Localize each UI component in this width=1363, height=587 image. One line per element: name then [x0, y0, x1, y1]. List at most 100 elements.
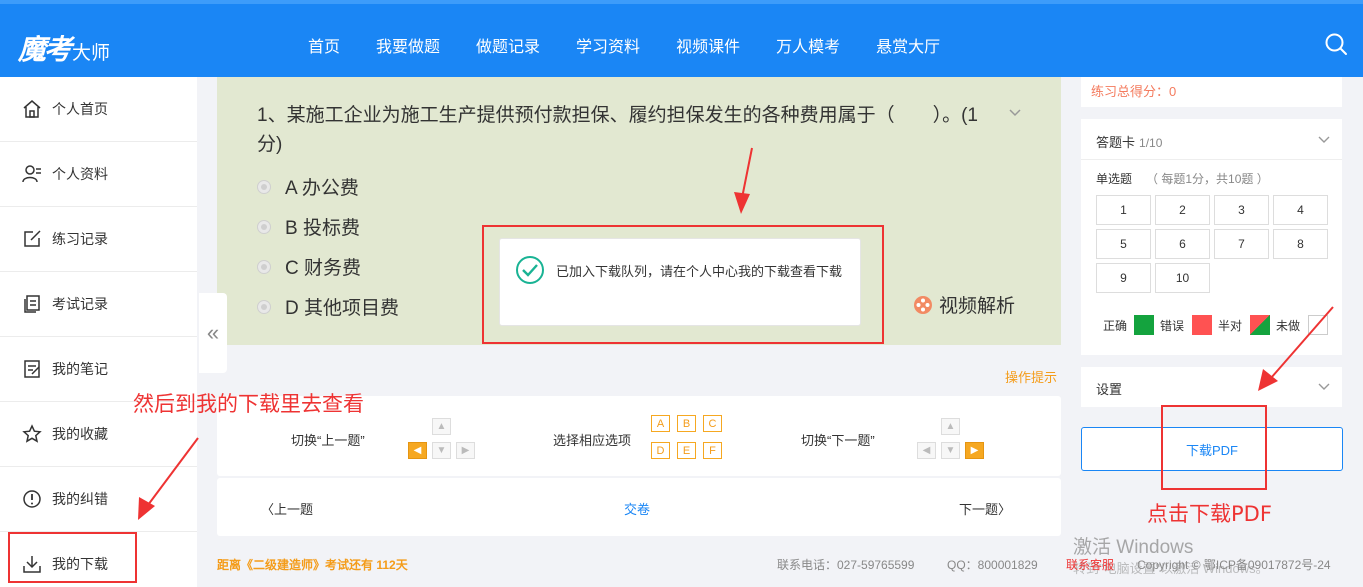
sidebar-item-label: 考试记录	[52, 296, 108, 312]
arrow-left-key: ◀	[917, 442, 936, 459]
question-number-cell[interactable]: 5	[1096, 229, 1151, 259]
question-number-cell[interactable]: 7	[1214, 229, 1269, 259]
home-icon	[23, 100, 41, 118]
option-label: B 投标费	[285, 218, 360, 239]
settings-label: 设置	[1096, 382, 1123, 397]
nav-bounty[interactable]: 悬赏大厅	[876, 33, 940, 57]
legend-undone-swatch	[1308, 315, 1328, 335]
question-type: 单选题 （ 每题1分，共10题 ）	[1096, 170, 1269, 187]
top-navbar: 魔考 大师 首页 我要做题 做题记录 学习资料 视频课件 万人模考 悬赏大厅	[0, 0, 1363, 77]
chevron-right-icon: 〉	[998, 502, 1012, 517]
sidebar-item-exam-records[interactable]: 考试记录	[0, 272, 197, 337]
video-analysis-button[interactable]: 视频解析	[913, 291, 1015, 318]
logo-script: 魔考	[18, 33, 72, 66]
question-type-label: 单选题	[1096, 172, 1133, 186]
collapse-sidebar-button[interactable]: «	[199, 293, 227, 373]
chevron-left-icon: 〈	[261, 502, 275, 517]
sidebar-item-label: 我的笔记	[52, 361, 108, 377]
star-icon	[22, 424, 42, 443]
nav-home[interactable]: 首页	[308, 33, 340, 57]
settings-card[interactable]: 设置	[1081, 367, 1342, 407]
hint-select-label: 选择相应选项	[553, 433, 632, 448]
legend-wrong-label: 错误	[1160, 319, 1185, 333]
legend-half-swatch	[1250, 315, 1270, 335]
key-f: F	[703, 442, 722, 459]
question-number-cell[interactable]: 9	[1096, 263, 1151, 293]
sidebar: 个人首页 个人资料 练习记录 考试记录 我的笔记 我的收藏 我的纠错 我的下载	[0, 77, 197, 587]
arrow-down-key: ▼	[941, 442, 960, 459]
windows-watermark-title: 激活 Windows	[1073, 537, 1194, 558]
annotation-right: 点击下载PDF	[1147, 502, 1272, 526]
option-a[interactable]: A 办公费	[257, 173, 359, 200]
highlight-frame-downloads	[8, 532, 137, 583]
video-analysis-label: 视频解析	[939, 296, 1016, 317]
sidebar-item-profile[interactable]: 个人资料	[0, 142, 197, 207]
question-title: 1、某施工企业为施工生产提供预付款担保、履约担保发生的各种费用属于（ ）。(1分…	[257, 105, 978, 155]
legend-correct-swatch	[1134, 315, 1154, 335]
key-b: B	[677, 415, 696, 432]
sidebar-item-label: 我的纠错	[52, 491, 108, 507]
annotation-left: 然后到我的下载里去查看	[133, 392, 364, 416]
question-number-cell[interactable]: 10	[1155, 263, 1210, 293]
chevron-down-icon[interactable]	[1317, 133, 1331, 147]
legend-undone-label: 未做	[1276, 319, 1301, 333]
sidebar-item-home[interactable]: 个人首页	[0, 77, 197, 142]
sidebar-item-practice-records[interactable]: 练习记录	[0, 207, 197, 272]
nav-mock-exam[interactable]: 万人模考	[776, 33, 840, 57]
arrow-left-key: ◀	[408, 442, 427, 459]
question-number-cell[interactable]: 3	[1214, 195, 1269, 225]
search-icon[interactable]	[1324, 32, 1348, 56]
top-stripe	[0, 0, 1363, 4]
total-score: 练习总得分：0	[1091, 84, 1177, 99]
nav-records[interactable]: 做题记录	[476, 33, 540, 57]
nav-materials[interactable]: 学习资料	[576, 33, 640, 57]
nav-videos[interactable]: 视频课件	[676, 33, 740, 57]
arrow-up-key: ▲	[432, 418, 451, 435]
option-label: D 其他项目费	[285, 298, 400, 319]
next-question-button[interactable]: 下一题〉	[959, 499, 1011, 518]
nav-practice[interactable]: 我要做题	[376, 33, 440, 57]
key-d: D	[651, 442, 670, 459]
sidebar-item-corrections[interactable]: 我的纠错	[0, 467, 197, 532]
hint-next-label: 切换“下一题”	[801, 433, 875, 448]
site-logo[interactable]: 魔考 大师	[18, 28, 110, 68]
radio-icon	[257, 219, 271, 234]
chevron-down-icon	[1318, 383, 1330, 390]
film-reel-icon	[914, 295, 932, 314]
arrow-down-key: ▼	[432, 442, 451, 459]
highlight-frame-toast	[482, 225, 884, 344]
question-number-cell[interactable]: 8	[1273, 229, 1328, 259]
next-label: 下一题	[959, 502, 999, 517]
question-pager: 〈上一题 交卷 下一题〉	[217, 478, 1061, 536]
arrow-right-key: ▶	[965, 442, 984, 459]
logo-text: 大师	[72, 43, 111, 64]
contact-support-link[interactable]: 联系客服	[1066, 556, 1114, 573]
copyright: Copyright © 鄂ICP备09017872号-24	[1137, 558, 1331, 572]
highlight-frame-pdf	[1161, 405, 1267, 490]
question-number-cell[interactable]: 2	[1155, 195, 1210, 225]
answer-card-title: 答题卡	[1096, 135, 1136, 150]
double-chevron-left-icon: «	[206, 320, 220, 345]
legend-half-label: 半对	[1218, 319, 1243, 333]
submit-button[interactable]: 交卷	[624, 499, 650, 518]
note-icon	[24, 360, 40, 378]
option-c[interactable]: C 财务费	[257, 253, 361, 280]
question-number-cell[interactable]: 4	[1273, 195, 1328, 225]
option-d[interactable]: D 其他项目费	[257, 293, 399, 320]
question-number-cell[interactable]: 1	[1096, 195, 1151, 225]
legend-correct-label: 正确	[1103, 319, 1128, 333]
option-b[interactable]: B 投标费	[257, 213, 360, 240]
answer-card: 答题卡 1/10 单选题 （ 每题1分，共10题 ） 1 2 3 4 5 6 7 8…	[1081, 119, 1342, 355]
chevron-down-icon[interactable]	[1007, 105, 1023, 121]
edit-icon	[24, 230, 41, 247]
operation-hint-link[interactable]: 操作提示	[1005, 367, 1057, 386]
question-number-cell[interactable]: 6	[1155, 229, 1210, 259]
key-a: A	[651, 415, 670, 432]
legend-wrong-swatch	[1192, 315, 1212, 335]
prev-question-button[interactable]: 〈上一题	[261, 499, 313, 518]
answer-card-count: 1/10	[1139, 136, 1163, 150]
arrow-right-key: ▶	[456, 442, 475, 459]
divider	[1081, 159, 1342, 160]
key-c: C	[703, 415, 722, 432]
sidebar-item-label: 个人首页	[52, 101, 108, 117]
